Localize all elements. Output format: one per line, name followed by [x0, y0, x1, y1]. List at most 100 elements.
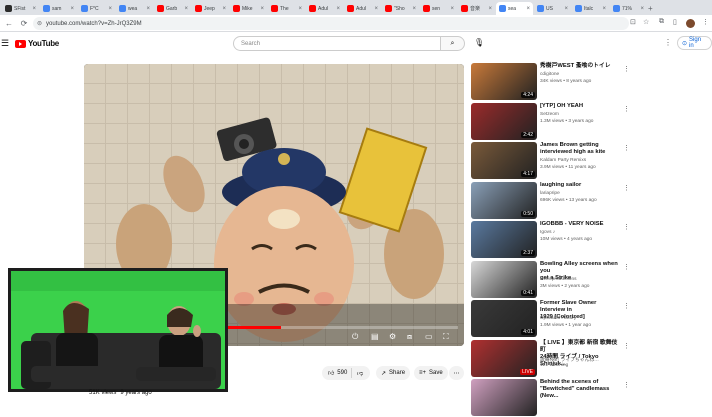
hamburger-menu-icon[interactable]: ☰	[1, 38, 9, 49]
suggestion-thumbnail[interactable]: 2:37	[471, 221, 537, 258]
suggestion-thumbnail[interactable]: 4:17	[471, 142, 537, 179]
tab-close-icon[interactable]: ×	[640, 6, 644, 12]
captions-icon[interactable]: ▤	[371, 332, 379, 341]
tab-close-icon[interactable]: ×	[184, 6, 188, 12]
browser-tab[interactable]: Jeep ×	[192, 2, 229, 15]
suggestion-menu-icon[interactable]: ⋮	[623, 302, 630, 310]
suggestion-menu-icon[interactable]: ⋮	[623, 263, 630, 271]
share-button[interactable]: ↗ Share	[376, 366, 411, 380]
tab-close-icon[interactable]: ×	[488, 6, 492, 12]
tab-close-icon[interactable]: ×	[222, 6, 226, 12]
suggestion-item[interactable]: 0:41 Bowling Alley screens when you get a…	[471, 260, 641, 299]
browser-tab[interactable]: sen ×	[420, 2, 457, 15]
tab-close-icon[interactable]: ×	[146, 6, 150, 12]
site-info-icon[interactable]: ⊜	[37, 20, 42, 27]
suggestion-menu-icon[interactable]: ⋮	[623, 144, 630, 152]
browser-tab[interactable]: wea ×	[116, 2, 153, 15]
address-bar[interactable]: ⊜ youtube.com/watch?v=Zh-JrQ3Z9M	[33, 17, 629, 30]
tab-close-icon[interactable]: ×	[298, 6, 302, 12]
suggestion-thumbnail[interactable]: 0:41	[471, 260, 537, 298]
browser-tab[interactable]: Mike ×	[230, 2, 267, 15]
theater-mode-icon[interactable]: ▭	[425, 332, 433, 341]
search-button[interactable]: ⌕	[441, 36, 465, 51]
dislike-button[interactable]: 👎︎	[352, 369, 363, 377]
suggestion-thumbnail[interactable]	[471, 379, 537, 416]
extensions-icon[interactable]: ⧉	[659, 18, 664, 26]
suggestion-menu-icon[interactable]: ⋮	[623, 223, 630, 231]
suggestion-channel[interactable]: cdigitone	[540, 72, 559, 77]
suggestion-channel[interactable]: Upscaled History	[540, 316, 576, 321]
reload-icon[interactable]: ⟳	[18, 19, 30, 28]
tab-close-icon[interactable]: ×	[526, 6, 530, 12]
browser-tab[interactable]: US ×	[534, 2, 571, 15]
tab-close-icon[interactable]: ×	[108, 6, 112, 12]
back-icon[interactable]: ←	[3, 19, 15, 28]
miniplayer-icon[interactable]: ⧈	[407, 332, 412, 342]
browser-tab[interactable]: Italc ×	[572, 2, 609, 15]
tab-close-icon[interactable]: ×	[450, 6, 454, 12]
microphone-icon[interactable]: 🎙	[474, 38, 484, 48]
tab-close-icon[interactable]: ×	[564, 6, 568, 12]
suggestion-item[interactable]: 4:01 Former Slave Owner Interview in 1929…	[471, 300, 641, 338]
like-button[interactable]: 👍︎ 590	[322, 368, 352, 378]
install-icon[interactable]: ⊡	[630, 18, 636, 26]
more-options-icon[interactable]: ⋮	[664, 38, 672, 47]
sidepanel-icon[interactable]: ▯	[673, 18, 677, 26]
suggestion-menu-icon[interactable]: ⋮	[623, 342, 630, 350]
profile-avatar[interactable]	[686, 19, 695, 28]
suggestion-title[interactable]: laughing sailor	[540, 182, 620, 189]
suggestion-title[interactable]: [YTP] OH YEAH	[540, 103, 620, 110]
suggestion-menu-icon[interactable]: ⋮	[623, 381, 630, 389]
suggestion-channel[interactable]: Setzeom	[540, 112, 559, 117]
tab-close-icon[interactable]: ×	[32, 6, 36, 12]
browser-tab[interactable]: The ×	[268, 2, 305, 15]
search-input[interactable]: Search	[233, 36, 441, 51]
bookmark-star-icon[interactable]: ☆	[643, 18, 649, 26]
suggestion-thumbnail[interactable]: 0:50	[471, 181, 537, 219]
tab-close-icon[interactable]: ×	[602, 6, 606, 12]
browser-tab[interactable]: Adul ×	[344, 2, 381, 15]
suggestion-item[interactable]: LIVE 【 LIVE 】東京都 新宿 歌舞伎町 24時間 ライブ / Tokyo…	[471, 339, 641, 378]
browser-tab[interactable]: 音楽 ×	[458, 2, 495, 15]
suggestion-item[interactable]: 2:37 IGOBBB - VERY NOISE Igovs ♪ 10M views …	[471, 221, 641, 259]
suggestion-menu-icon[interactable]: ⋮	[623, 184, 630, 192]
suggestion-item[interactable]: Behind the scenes of "Bewitched" candlem…	[471, 379, 641, 417]
suggestion-title[interactable]: James Brown getting interviewed high as …	[540, 142, 620, 156]
suggestion-item[interactable]: 4:24 秀樹戸WEST 蚤喰のトイレ cdigitone 34K views • 8…	[471, 63, 641, 101]
settings-gear-icon[interactable]: ⚙	[389, 332, 396, 341]
browser-tab[interactable]: F*C ×	[78, 2, 115, 15]
suggestion-channel[interactable]: lariapripe	[540, 191, 560, 196]
suggestion-menu-icon[interactable]: ⋮	[623, 65, 630, 73]
suggestion-menu-icon[interactable]: ⋮	[623, 105, 630, 113]
tab-close-icon[interactable]: ×	[260, 6, 264, 12]
suggestion-thumbnail[interactable]: 2:42	[471, 102, 537, 140]
suggestion-thumbnail[interactable]: LIVE	[471, 339, 537, 377]
suggestion-channel[interactable]: 歌舞伎町 ライブちゃんね…	[540, 356, 599, 363]
suggestion-item[interactable]: 2:42 [YTP] OH YEAH Setzeom 1.3M views • 3 y…	[471, 102, 641, 141]
browser-tab[interactable]: sam ×	[40, 2, 77, 15]
tab-close-icon[interactable]: ×	[374, 6, 378, 12]
tab-close-icon[interactable]: ×	[70, 6, 74, 12]
suggestion-channel[interactable]: Netroproductions	[540, 277, 577, 282]
suggestion-title[interactable]: IGOBBB - VERY NOISE	[540, 221, 620, 228]
more-actions-button[interactable]: ⋯	[449, 366, 464, 380]
suggestion-title[interactable]: 秀樹戸WEST 蚤喰のトイレ	[540, 63, 620, 70]
browser-menu-icon[interactable]: ⋮	[702, 18, 709, 26]
suggestion-item[interactable]: 0:50 laughing sailor lariapripe 696K views …	[471, 181, 641, 220]
browser-tab[interactable]: Adul ×	[306, 2, 343, 15]
browser-tab[interactable]: Garb ×	[154, 2, 191, 15]
youtube-logo[interactable]: YouTube	[15, 39, 59, 48]
fullscreen-icon[interactable]: ⛶	[443, 332, 449, 342]
tab-close-icon[interactable]: ×	[336, 6, 340, 12]
sign-in-button[interactable]: ⊙ Sign in	[677, 36, 712, 50]
browser-tab[interactable]: sea ×	[496, 2, 533, 15]
save-button[interactable]: ≡+ Save	[414, 366, 448, 380]
new-tab-icon[interactable]: +	[648, 2, 658, 15]
suggestion-item[interactable]: 4:17 James Brown getting interviewed high…	[471, 142, 641, 180]
suggestion-thumbnail[interactable]: 4:01	[471, 300, 537, 337]
browser-tab[interactable]: SFist ×	[2, 2, 39, 15]
browser-tab[interactable]: "Sho ×	[382, 2, 419, 15]
autoplay-toggle-icon[interactable]: ⏻	[352, 332, 358, 342]
suggestion-title[interactable]: Behind the scenes of "Bewitched" candlem…	[540, 379, 620, 400]
suggestion-channel[interactable]: Kaldam Party Remixs	[540, 158, 586, 163]
